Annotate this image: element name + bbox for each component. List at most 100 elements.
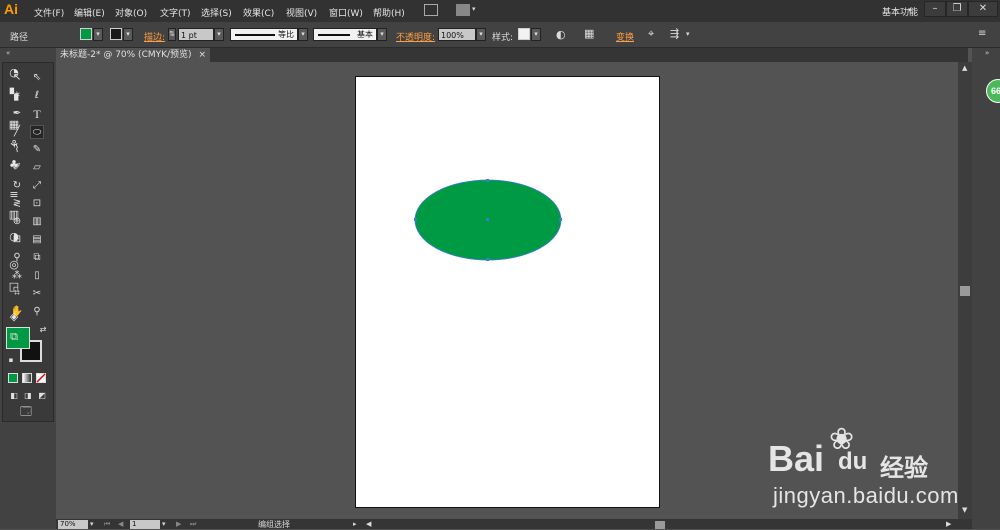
variable-width-profile[interactable]: 等比 [230,28,298,41]
brush-dropdown-icon[interactable]: ▾ [377,28,387,41]
zoom-dropdown-icon[interactable]: ▾ [90,520,94,528]
first-artboard-icon[interactable]: ⏮ [104,520,110,529]
scroll-up-icon[interactable]: ▲ [962,64,967,72]
artboard[interactable] [355,76,660,508]
brushes-panel-icon[interactable]: ⚘ [6,138,22,152]
default-colors-icon[interactable]: ▪ [4,353,18,367]
menu-select[interactable]: 选择(S) [201,6,232,19]
opacity-input[interactable]: 100% [438,28,476,41]
workspace-switcher[interactable]: 基本功能 [882,5,918,18]
recolor-icon[interactable]: ◐ [556,28,566,41]
arrange-documents-icon[interactable] [456,4,470,16]
direct-selection-tool-icon[interactable]: ⇖ [30,71,44,85]
appearance-panel-icon[interactable]: ◎ [6,258,22,272]
artboards-panel-icon[interactable]: ⧉ [6,330,22,344]
close-icon[interactable]: ✕ [968,1,998,17]
free-transform-tool-icon[interactable]: ⊡ [30,197,44,211]
zoom-tool-icon[interactable]: ⚲ [30,305,44,319]
artboard-number-field[interactable]: 1 [130,520,160,529]
stroke-panel-icon[interactable]: ≡ [6,188,22,202]
draw-normal-icon[interactable]: ◧ [7,389,21,403]
expand-panels-icon[interactable]: » [985,49,989,57]
menu-view[interactable]: 视图(V) [286,6,317,19]
chevron-down-icon[interactable]: ▾ [472,5,476,13]
control-menu-icon[interactable]: ≡ [978,28,986,39]
stroke-weight-dropdown-icon[interactable]: ▾ [214,28,224,41]
graphic-styles-panel-icon[interactable]: ◲ [6,280,22,294]
pencil-tool-icon[interactable]: ✎ [30,143,44,157]
column-graph-tool-icon[interactable]: ▯ [30,269,44,283]
ellipse-shape[interactable] [410,176,568,266]
prev-artboard-icon[interactable]: ◀ [118,520,123,528]
gradient-mode-icon[interactable] [22,373,32,383]
perspective-grid-tool-icon[interactable]: ▥ [30,215,44,229]
stroke-dropdown-icon[interactable]: ▾ [123,28,133,41]
stroke-stepper-icon[interactable]: ⇅ [168,28,176,41]
transform-link[interactable]: 变换 [616,30,634,43]
stroke-label[interactable]: 描边: [144,30,165,43]
slice-tool-icon[interactable]: ✂ [30,287,44,301]
draw-inside-icon[interactable]: ◩ [35,389,49,403]
scroll-right-icon[interactable]: ▶ [946,520,951,528]
status-tool-text: 编组选择 [258,520,290,529]
collapse-tools-icon[interactable]: « [6,49,10,57]
fill-swatch[interactable] [80,28,92,40]
menu-type[interactable]: 文字(T) [160,6,191,19]
brush-definition[interactable]: 基本 [313,28,377,41]
panel-options-icon[interactable]: ⇶ [670,27,679,40]
artboard-dropdown-icon[interactable]: ▾ [162,520,166,528]
document-tab[interactable]: 未标题-2* @ 70% (CMYK/预览) × [56,48,210,62]
align-icon[interactable]: ▦ [584,27,594,40]
stroke-swatch[interactable] [110,28,122,40]
eraser-tool-icon[interactable]: ▱ [30,161,44,175]
color-panel-icon[interactable]: ◔ [6,66,22,80]
screen-mode-icon[interactable]: 🗔 [19,405,33,419]
last-artboard-icon[interactable]: ⏭ [190,520,196,529]
transparency-panel-icon[interactable]: ◑ [6,230,22,244]
scroll-down-icon[interactable]: ▼ [962,506,967,514]
isolate-icon[interactable]: ⌖ [648,27,654,41]
color-guide-icon[interactable]: ▚ [6,88,22,102]
options-chevron-icon[interactable]: ▾ [686,30,690,38]
menu-edit[interactable]: 编辑(E) [74,6,105,19]
swap-colors-icon[interactable]: ⇄ [36,323,50,337]
ellipse-tool-icon[interactable]: ⬭ [30,125,44,139]
lasso-tool-icon[interactable]: ℓ [30,89,44,103]
tab-close-icon[interactable]: × [198,48,206,62]
swatches-panel-icon[interactable]: ▦ [6,118,22,132]
vertical-scroll-thumb[interactable] [960,286,970,296]
menu-object[interactable]: 对象(O) [115,6,147,19]
horizontal-scroll-thumb[interactable] [655,521,665,529]
gradient-panel-icon[interactable]: ▥ [6,208,22,222]
profile-dropdown-icon[interactable]: ▾ [298,28,308,41]
watermark-bai: Bai [768,438,825,479]
type-tool-icon[interactable]: T [30,107,44,121]
layers-panel-icon[interactable]: ◈ [6,310,22,324]
status-menu-icon[interactable]: ▸ [353,520,357,528]
restore-icon[interactable]: ❐ [946,1,968,17]
profile-line [235,34,275,36]
next-artboard-icon[interactable]: ▶ [176,520,181,528]
symbols-panel-icon[interactable]: ♣ [6,158,22,172]
none-mode-icon[interactable] [36,373,46,383]
menu-effect[interactable]: 效果(C) [243,6,274,19]
menu-file[interactable]: 文件(F) [34,6,64,19]
blend-tool-icon[interactable]: ⧉ [30,251,44,265]
stroke-weight-input[interactable]: 1 pt [178,28,214,41]
graphic-style-swatch[interactable] [518,28,530,40]
workspace-chevron-icon[interactable]: ▾ [908,6,912,14]
color-mode-icon[interactable] [8,373,18,383]
bridge-icon[interactable] [424,4,438,16]
menu-window[interactable]: 窗口(W) [329,6,363,19]
draw-behind-icon[interactable]: ◨ [21,389,35,403]
opacity-label[interactable]: 不透明度: [396,30,435,43]
scale-tool-icon[interactable]: ⤢ [30,179,44,193]
gradient-tool-icon[interactable]: ▤ [30,233,44,247]
fill-dropdown-icon[interactable]: ▾ [93,28,103,41]
scroll-left-icon[interactable]: ◀ [366,520,371,528]
opacity-dropdown-icon[interactable]: ▾ [476,28,486,41]
style-dropdown-icon[interactable]: ▾ [531,28,541,41]
minimize-icon[interactable]: – [924,1,946,17]
menu-help[interactable]: 帮助(H) [373,6,405,19]
zoom-field[interactable]: 70% [58,520,88,529]
